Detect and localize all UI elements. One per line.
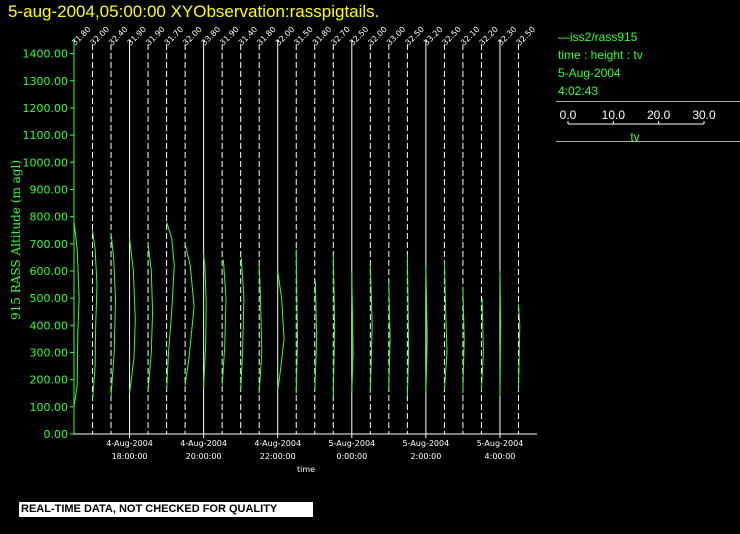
tick-labels: 0.00 100.00 200.00 300.00 400.00 500.00 600.00… xyxy=(23,25,538,461)
tv-scale: 0.0 10.0 20.0 30.0 tv xyxy=(560,108,716,144)
legend-description: time : height : tv xyxy=(558,48,643,62)
x-tick-time: 18:00:00 xyxy=(112,452,148,461)
x-axis-label: time xyxy=(297,465,315,474)
axes xyxy=(70,38,537,438)
legend-line-icon: — xyxy=(558,30,570,44)
pigtail-label: 31.50 xyxy=(292,25,315,48)
x-tick-time: 4:00:00 xyxy=(485,452,516,461)
legend-time: 4:02:43 xyxy=(558,84,599,98)
y-tick-label: 400.00 xyxy=(30,319,69,332)
pigtail-series xyxy=(73,221,521,407)
pigtail-label: 32.50 xyxy=(440,25,463,48)
x-tick-date: 5-Aug-2004 xyxy=(477,439,524,448)
pigtail-label: 32.30 xyxy=(496,25,519,48)
x-tick-date: 4-Aug-2004 xyxy=(180,439,227,448)
y-tick-label: 1000.00 xyxy=(23,156,69,169)
pigtail-label: 32.00 xyxy=(274,25,297,48)
pigtail-label: 32.00 xyxy=(89,25,112,48)
pigtail-line xyxy=(92,230,98,402)
y-tick-label: 600.00 xyxy=(30,265,69,278)
pigtail-line xyxy=(110,232,117,397)
y-tick-label: 900.00 xyxy=(30,183,69,196)
x-tick-time: 0:00:00 xyxy=(336,452,367,461)
y-tick-label: 700.00 xyxy=(30,238,69,251)
pigtail-label: 32.50 xyxy=(348,25,371,48)
pigtail-label: 32.00 xyxy=(181,25,204,48)
y-tick-label: 1200.00 xyxy=(23,102,69,115)
legend-divider-top xyxy=(556,101,740,102)
rass-pigtail-chart: 0.00 100.00 200.00 300.00 400.00 500.00 600.00… xyxy=(9,25,538,474)
pigtail-line xyxy=(277,270,285,391)
y-tick-label: 800.00 xyxy=(30,211,69,224)
y-tick-label: 0.00 xyxy=(44,428,69,441)
pigtail-line xyxy=(184,243,195,386)
x-tick-date: 4-Aug-2004 xyxy=(254,439,301,448)
pigtail-label: 32.50 xyxy=(515,25,538,48)
pigtail-label: 32.40 xyxy=(107,25,130,48)
tv-scale-tick-label: 10.0 xyxy=(602,108,626,122)
legend-series-name: iss2/rass915 xyxy=(570,30,638,44)
x-tick-date: 5-Aug-2004 xyxy=(328,439,375,448)
x-tick-date: 5-Aug-2004 xyxy=(403,439,450,448)
y-tick-label: 1400.00 xyxy=(23,48,69,61)
pigtail-line xyxy=(166,221,175,391)
y-tick-label: 300.00 xyxy=(30,346,69,359)
y-tick-label: 100.00 xyxy=(30,401,69,414)
pigtail-line xyxy=(499,270,502,397)
pigtail-label: 31.90 xyxy=(218,25,241,48)
pigtail-line xyxy=(369,265,373,394)
pigtail-label: 31.90 xyxy=(126,25,149,48)
pigtail-label: 31.80 xyxy=(255,25,278,48)
pigtail-label: 33.00 xyxy=(385,25,408,48)
pigtail-label: 31.80 xyxy=(70,25,93,48)
pigtail-label: 32.10 xyxy=(459,25,482,48)
x-tick-date: 4-Aug-2004 xyxy=(106,439,153,448)
pigtail-label: 31.90 xyxy=(144,25,167,48)
legend-divider-bottom xyxy=(556,141,740,142)
pigtail-line xyxy=(129,238,136,394)
pigtail-line xyxy=(462,287,465,394)
pigtail-label: 31.70 xyxy=(163,25,186,48)
x-tick-time: 2:00:00 xyxy=(410,452,441,461)
legend-date: 5-Aug-2004 xyxy=(558,66,621,80)
pigtail-label: 32.20 xyxy=(477,25,500,48)
x-tick-time: 20:00:00 xyxy=(186,452,222,461)
pigtail-line xyxy=(147,243,154,391)
pigtail-line xyxy=(295,249,299,394)
pigtail-label: 33.20 xyxy=(422,25,445,48)
pigtail-line xyxy=(258,265,263,394)
quality-warning: REAL-TIME DATA, NOT CHECKED FOR QUALITY xyxy=(19,502,313,517)
y-tick-label: 200.00 xyxy=(30,374,69,387)
pigtail-label: 31.40 xyxy=(237,25,260,48)
pigtail-label: 32.50 xyxy=(403,25,426,48)
y-axis-label: 915 RASS Altitude (m agl) xyxy=(9,160,23,320)
y-tick-label: 1300.00 xyxy=(23,75,69,88)
pigtail-label: 33.80 xyxy=(200,25,223,48)
x-tick-time: 22:00:00 xyxy=(260,452,296,461)
tv-scale-tick-label: 0.0 xyxy=(560,108,577,122)
legend-series: —iss2/rass915 xyxy=(558,30,637,44)
pigtail-line xyxy=(73,222,80,407)
tv-scale-tick-label: 30.0 xyxy=(692,108,716,122)
tv-scale-tick-label: 20.0 xyxy=(647,108,671,122)
y-tick-label: 500.00 xyxy=(30,292,69,305)
pigtail-label: 32.70 xyxy=(329,25,352,48)
pigtail-label: 32.00 xyxy=(366,25,389,48)
y-tick-label: 1100.00 xyxy=(23,129,69,142)
pigtail-line xyxy=(221,260,227,386)
pigtail-label: 31.80 xyxy=(311,25,334,48)
